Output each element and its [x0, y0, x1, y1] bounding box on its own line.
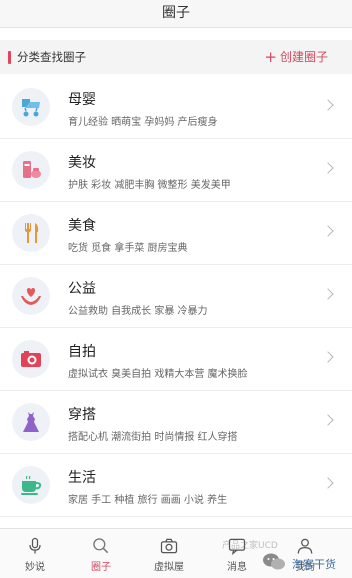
category-row-muying[interactable]: 母婴 育儿经验 晒萌宝 孕妈妈 产后瘦身: [0, 76, 352, 139]
category-list: 母婴 育儿经验 晒萌宝 孕妈妈 产后瘦身 美妆 护肤 彩妆 减肥丰胸 微整形 美…: [0, 76, 352, 517]
plus-icon: +: [264, 48, 277, 66]
dress-icon: [12, 403, 50, 441]
category-name: 美妆: [68, 155, 96, 171]
chevron-right-icon: [322, 162, 334, 174]
search-icon: [93, 538, 109, 554]
category-row-meizhuang[interactable]: 美妆 护肤 彩妆 减肥丰胸 微整形 美发美甲: [0, 139, 352, 202]
category-name: 公益: [68, 281, 96, 297]
chevron-right-icon: [322, 477, 334, 489]
heart-hands-icon: [12, 277, 50, 315]
tab-xuniwu[interactable]: 虚拟屋: [134, 529, 204, 578]
category-tags: 家居 手工 种植 旅行 画画 小说 养生: [68, 495, 228, 506]
tab-miaoshuo[interactable]: 妙说: [0, 529, 70, 578]
tab-label: 圈子: [91, 562, 111, 573]
chevron-right-icon: [322, 99, 334, 111]
section-header: 分类查找圈子 + 创建圈子: [0, 40, 352, 74]
top-bar: 圈子: [0, 0, 352, 28]
chevron-right-icon: [322, 351, 334, 363]
camera-icon: [12, 340, 50, 378]
chevron-right-icon: [322, 414, 334, 426]
camera-icon: [160, 538, 178, 554]
category-name: 自拍: [68, 344, 96, 360]
cutlery-icon: [12, 214, 50, 252]
watermark: 淘客干货: [258, 548, 352, 578]
wechat-icon: [263, 553, 285, 570]
category-tags: 公益救助 自我成长 家暴 冷暴力: [68, 306, 208, 317]
section-accent-bar: [8, 51, 11, 64]
tab-label: 妙说: [25, 562, 45, 573]
category-tags: 护肤 彩妆 减肥丰胸 微整形 美发美甲: [68, 180, 231, 191]
section-title: 分类查找圈子: [17, 50, 86, 64]
category-row-chuanda[interactable]: 穿搭 搭配心机 潮流街拍 时尚情报 红人穿搭: [0, 391, 352, 454]
create-circle-button[interactable]: + 创建圈子: [264, 48, 328, 66]
category-row-zipai[interactable]: 自拍 虚拟试衣 臭美自拍 戏精大本营 魔术换脸: [0, 328, 352, 391]
category-tags: 育儿经验 晒萌宝 孕妈妈 产后瘦身: [68, 117, 218, 128]
category-row-gongyi[interactable]: 公益 公益救助 自我成长 家暴 冷暴力: [0, 265, 352, 328]
category-tags: 搭配心机 潮流街拍 时尚情报 红人穿搭: [68, 432, 238, 443]
watermark-text: 淘客干货: [292, 558, 336, 571]
page-title: 圈子: [162, 5, 190, 21]
cup-icon: [12, 466, 50, 504]
tab-quanzi[interactable]: 圈子: [66, 529, 136, 578]
category-name: 母婴: [68, 92, 96, 108]
tab-label: 虚拟屋: [154, 562, 184, 573]
category-name: 穿搭: [68, 407, 96, 423]
create-circle-label: 创建圈子: [279, 50, 328, 64]
cosmetics-icon: [12, 151, 50, 189]
chevron-right-icon: [322, 225, 334, 237]
category-name: 美食: [68, 218, 96, 234]
microphone-icon: [29, 537, 41, 554]
stroller-icon: [12, 88, 50, 126]
category-name: 生活: [68, 470, 96, 486]
category-tags: 虚拟试衣 臭美自拍 戏精大本营 魔术换脸: [68, 369, 248, 380]
category-row-meishi[interactable]: 美食 吃货 觅食 拿手菜 厨房宝典: [0, 202, 352, 265]
chevron-right-icon: [322, 288, 334, 300]
category-row-shenghuo[interactable]: 生活 家居 手工 种植 旅行 画画 小说 养生: [0, 454, 352, 517]
category-tags: 吃货 觅食 拿手菜 厨房宝典: [68, 243, 188, 254]
